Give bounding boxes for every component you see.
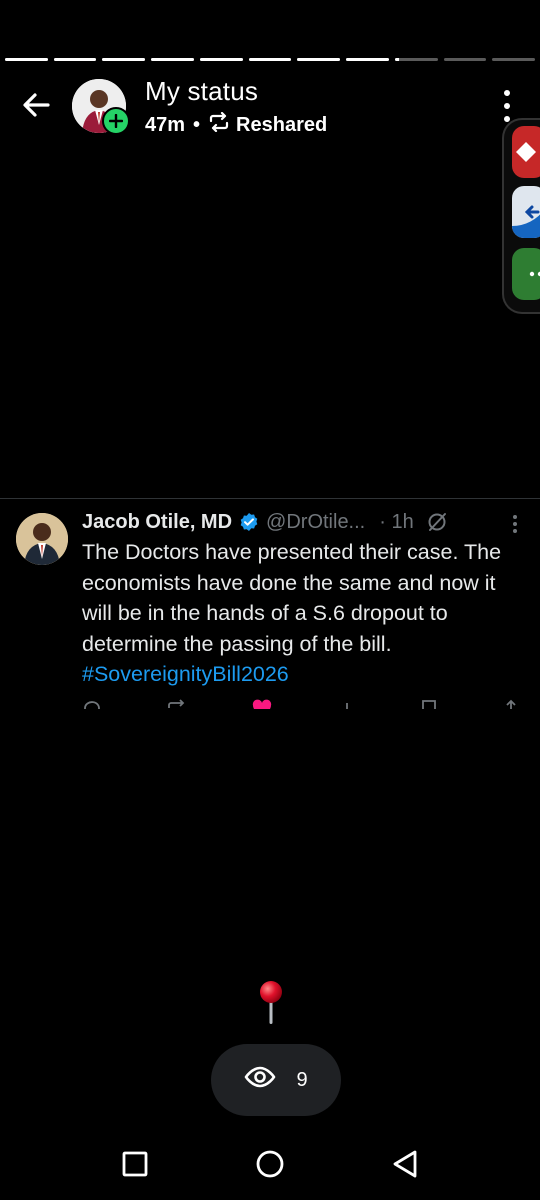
tweet-author-handle[interactable]: @DrOtile... xyxy=(266,511,365,534)
edge-app-3-icon[interactable] xyxy=(512,248,540,300)
tweet-actions xyxy=(82,699,520,709)
status-title: My status xyxy=(145,76,259,106)
progress-segment-fill xyxy=(394,58,400,61)
progress-segment xyxy=(443,58,487,61)
eye-icon xyxy=(244,1066,276,1094)
progress-segment xyxy=(5,58,48,61)
back-arrow-icon[interactable] xyxy=(18,87,54,123)
shared-tweet-card[interactable]: Jacob Otile, MD @DrOtile... · 1h The Doc… xyxy=(0,498,540,709)
tweet-body-text: The Doctors have presented their case. T… xyxy=(82,540,502,656)
progress-segment-fill xyxy=(5,58,48,61)
pushpin-icon xyxy=(258,980,284,1026)
progress-segment-fill xyxy=(297,58,341,61)
like-icon[interactable] xyxy=(251,699,273,709)
edge-panel[interactable] xyxy=(502,118,540,314)
reshared-label: Reshared xyxy=(236,113,328,136)
progress-segment xyxy=(102,58,146,61)
repost-icon[interactable] xyxy=(166,699,188,709)
progress-segment-fill xyxy=(151,58,194,61)
tweet-text: The Doctors have presented their case. T… xyxy=(82,537,522,690)
more-options-icon[interactable] xyxy=(495,90,519,122)
progress-segment-fill xyxy=(102,58,146,61)
separator-dot: • xyxy=(193,113,201,136)
progress-segment-fill xyxy=(346,58,389,61)
add-status-icon[interactable] xyxy=(102,107,130,135)
reply-icon[interactable] xyxy=(82,699,102,709)
progress-segment xyxy=(151,58,194,61)
progress-segment xyxy=(199,58,243,61)
tweet-header: Jacob Otile, MD @DrOtile... · 1h xyxy=(82,509,520,535)
home-icon[interactable] xyxy=(254,1148,286,1180)
profile-avatar[interactable] xyxy=(72,79,130,135)
view-count: 9 xyxy=(296,1068,308,1091)
progress-segment xyxy=(53,58,97,61)
progress-segment-fill xyxy=(248,58,292,61)
tweet-more-icon[interactable] xyxy=(512,515,518,533)
share-icon[interactable] xyxy=(502,699,520,709)
edge-app-2-icon[interactable] xyxy=(512,186,540,238)
recent-apps-icon[interactable] xyxy=(119,1148,151,1180)
views-chart-icon[interactable] xyxy=(337,699,357,709)
tweet-hashtag[interactable]: #SovereignityBill2026 xyxy=(82,662,289,686)
status-time-ago: 47m xyxy=(145,113,186,136)
tweet-author-name[interactable]: Jacob Otile, MD xyxy=(82,511,232,534)
back-nav-icon[interactable] xyxy=(389,1148,421,1180)
tweet-time: · 1h xyxy=(379,510,414,533)
progress-segment-fill xyxy=(199,58,243,61)
tweet-author-avatar[interactable] xyxy=(16,513,68,565)
progress-segment xyxy=(346,58,389,61)
verified-badge-icon xyxy=(239,512,259,532)
progress-segment xyxy=(297,58,341,61)
reshare-icon xyxy=(208,111,230,138)
progress-segment xyxy=(394,58,438,61)
edge-app-1-icon[interactable] xyxy=(512,126,540,178)
bookmark-icon[interactable] xyxy=(420,699,438,709)
grok-icon[interactable] xyxy=(426,511,448,533)
progress-segment xyxy=(248,58,292,61)
viewers-button[interactable]: 9 xyxy=(211,1044,341,1116)
progress-segment xyxy=(492,58,536,61)
progress-segment-fill xyxy=(53,58,97,61)
system-navigation-bar xyxy=(0,1128,540,1200)
status-meta: 47m • Reshared xyxy=(145,111,328,138)
status-progress-bar xyxy=(5,58,536,62)
